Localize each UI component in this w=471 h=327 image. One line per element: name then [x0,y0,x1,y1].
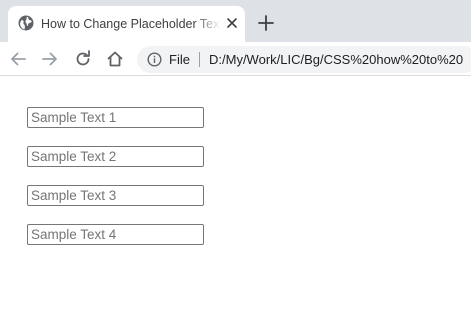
page-content [0,77,471,327]
sample-text-input-2[interactable] [27,146,204,167]
arrow-left-icon[interactable] [9,50,27,68]
tab-title: How to Change Placeholder Text Color [41,17,221,31]
sample-text-input-1[interactable] [27,107,204,128]
globe-icon [18,15,34,31]
home-icon[interactable] [106,50,124,68]
address-bar[interactable]: File D:/My/Work/LIC/Bg/CSS%20how%20to%20 [137,46,471,73]
arrow-right-icon[interactable] [41,50,59,68]
info-icon[interactable] [147,52,162,67]
plus-icon[interactable] [256,13,276,33]
close-icon[interactable] [224,15,240,31]
reload-icon[interactable] [74,50,92,68]
browser-toolbar: File D:/My/Work/LIC/Bg/CSS%20how%20to%20 [0,42,471,76]
sample-text-input-3[interactable] [27,185,204,206]
omnibox-divider [199,52,200,67]
tab-strip: How to Change Placeholder Text Color [0,0,471,42]
url-text[interactable]: D:/My/Work/LIC/Bg/CSS%20how%20to%20 [209,51,463,68]
scheme-label: File [169,52,190,67]
sample-text-input-4[interactable] [27,224,204,245]
browser-tab[interactable]: How to Change Placeholder Text Color [8,6,245,42]
